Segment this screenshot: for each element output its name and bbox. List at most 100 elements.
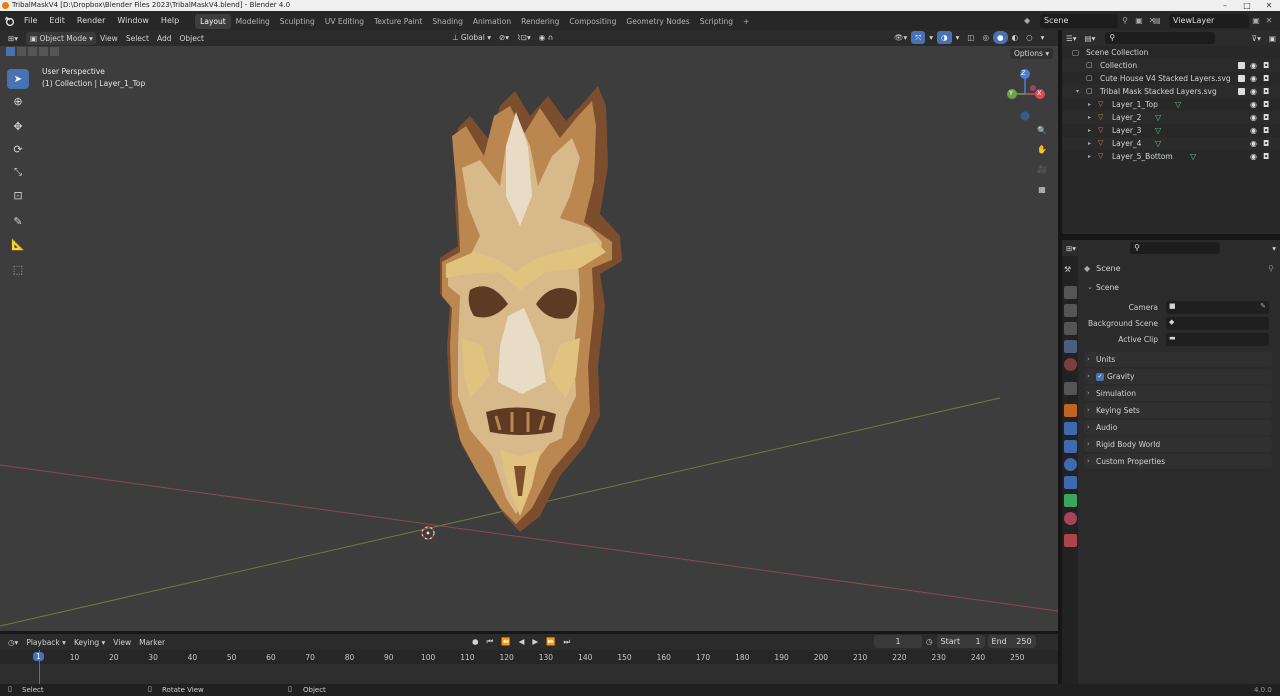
exclude-checkbox[interactable] — [1238, 88, 1245, 95]
tab-sculpting[interactable]: Sculpting — [275, 14, 320, 29]
camera-render-icon[interactable]: ◘ — [1263, 124, 1269, 137]
jump-start-icon[interactable]: ⏮ — [483, 635, 498, 648]
proportional-edit-icon[interactable]: ◉ ∩ — [535, 31, 557, 44]
eye-icon[interactable]: ◉ — [1250, 137, 1257, 150]
play-icon[interactable]: ▶ — [528, 635, 542, 648]
material-shading-icon[interactable]: ◐ — [1008, 31, 1023, 44]
timeline-editor-type-icon[interactable]: ◷▾ — [4, 636, 22, 649]
texture-tab-icon[interactable] — [1064, 534, 1077, 547]
camera-render-icon[interactable]: ◘ — [1263, 137, 1269, 150]
annotate-tool[interactable]: ✎ — [7, 211, 29, 231]
properties-section[interactable]: › Custom Properties — [1084, 454, 1272, 469]
timeline-view-menu[interactable]: View — [109, 636, 135, 649]
camera-render-icon[interactable]: ◘ — [1263, 111, 1269, 124]
add-cube-tool[interactable]: ⬚ — [7, 259, 29, 279]
options-button[interactable]: Options ▾ — [1010, 48, 1054, 59]
current-frame-field[interactable]: 1 — [874, 635, 922, 648]
pan-hand-icon[interactable]: ✋ — [1033, 140, 1051, 158]
outliner-editor-type-icon[interactable]: ☰▾ — [1062, 32, 1081, 45]
tab-compositing[interactable]: Compositing — [564, 14, 621, 29]
ortho-grid-icon[interactable]: ▦ — [1033, 180, 1051, 198]
outliner-item[interactable]: ▸ ▽ Layer_3 ▽ ◉ ◘ — [1062, 124, 1280, 137]
outliner-item[interactable]: ▾ ▢ Tribal Mask Stacked Layers.svg ◉ ◘ — [1062, 85, 1280, 98]
maximize-icon[interactable]: □ — [1236, 0, 1258, 11]
camera-field[interactable]: ■ ✎ — [1166, 301, 1269, 314]
select-subtract-icon[interactable] — [28, 47, 37, 56]
object-tab-icon[interactable] — [1064, 404, 1077, 417]
tab-layout[interactable]: Layout — [195, 14, 231, 29]
output-tab-icon[interactable] — [1064, 304, 1077, 317]
material-tab-icon[interactable] — [1064, 512, 1077, 525]
outliner-item[interactable]: ▸ ▽ Layer_4 ▽ ◉ ◘ — [1062, 137, 1280, 150]
add-workspace-button[interactable]: + — [738, 14, 754, 29]
expand-right-icon[interactable]: ▸ — [1088, 111, 1091, 124]
scene-name-field[interactable]: Scene — [1040, 13, 1118, 28]
eye-icon[interactable]: ◉ — [1250, 111, 1257, 124]
new-view-layer-icon[interactable]: ▣ — [1249, 16, 1263, 25]
playback-menu[interactable]: Playback ▾ — [22, 636, 70, 649]
expand-right-icon[interactable]: ▸ — [1088, 98, 1091, 111]
new-collection-icon[interactable]: ▣ — [1265, 32, 1280, 45]
tab-geometry-nodes[interactable]: Geometry Nodes — [621, 14, 694, 29]
visibility-icon[interactable]: 👁▾ — [890, 31, 911, 44]
gizmo-dropdown-icon[interactable]: ▾ — [925, 31, 937, 44]
select-intersect-icon[interactable] — [50, 47, 59, 56]
expand-right-icon[interactable]: ▸ — [1088, 150, 1091, 163]
close-icon[interactable]: ✕ — [1258, 0, 1280, 11]
tab-texture-paint[interactable]: Texture Paint — [369, 14, 427, 29]
navigation-gizmo[interactable] — [1000, 66, 1052, 124]
xray-icon[interactable]: ◫ — [963, 31, 978, 44]
menu-select[interactable]: Select — [122, 32, 153, 45]
solid-shading-icon[interactable]: ● — [993, 31, 1008, 44]
record-icon[interactable]: ● — [468, 635, 483, 648]
eye-icon[interactable]: ◉ — [1250, 85, 1257, 98]
minimize-icon[interactable]: – — [1214, 0, 1236, 11]
start-frame-field[interactable]: Start 1 — [936, 635, 985, 648]
clock-icon[interactable]: ◷ — [922, 635, 937, 648]
pivot-icon[interactable]: ⊘▾ — [495, 31, 513, 44]
exclude-checkbox[interactable] — [1238, 62, 1245, 69]
keying-menu[interactable]: Keying ▾ — [70, 636, 109, 649]
editor-type-button[interactable]: ⊞▾ — [4, 32, 26, 45]
wireframe-shading-icon[interactable]: ◎ — [978, 31, 993, 44]
pin-icon[interactable]: ⚲ — [1118, 16, 1132, 25]
select-extend-icon[interactable] — [17, 47, 26, 56]
menu-help[interactable]: Help — [155, 11, 185, 30]
scene-tab-icon[interactable] — [1064, 340, 1077, 353]
tab-rendering[interactable]: Rendering — [516, 14, 564, 29]
menu-object[interactable]: Object — [175, 32, 207, 45]
curve-data-icon[interactable]: ▽ — [1175, 98, 1181, 111]
outliner-item[interactable]: ▸ ▽ Layer_2 ▽ ◉ ◘ — [1062, 111, 1280, 124]
outliner-item[interactable]: ▸ ▽ Layer_5_Bottom ▽ ◉ ◘ — [1062, 150, 1280, 163]
new-scene-icon[interactable]: ▣ — [1132, 16, 1146, 25]
outliner-item[interactable]: ▸ ▽ Layer_1_Top ▽ ◉ ◘ — [1062, 98, 1280, 111]
exclude-checkbox[interactable] — [1238, 75, 1245, 82]
outliner-search-input[interactable]: ⚲ — [1105, 32, 1216, 44]
collection-tab-icon[interactable] — [1064, 382, 1077, 395]
camera-render-icon[interactable]: ◘ — [1263, 59, 1269, 72]
modifier-tab-icon[interactable] — [1064, 422, 1077, 435]
scene-selector[interactable]: ◆ Scene ⚲ ▣ ✕ — [1024, 13, 1158, 28]
select-box-tool[interactable]: ➤ — [7, 69, 29, 89]
scene-panel-header[interactable]: ⌄ Scene — [1084, 280, 1272, 295]
menu-window[interactable]: Window — [111, 11, 155, 30]
prev-keyframe-icon[interactable]: ⏪ — [497, 635, 514, 648]
pin-context-icon[interactable]: ⚲ — [1268, 264, 1274, 273]
zoom-icon[interactable]: 🔍 — [1033, 121, 1051, 139]
gravity-checkbox[interactable]: ✓ — [1096, 373, 1104, 381]
eyedropper-icon[interactable]: ✎ — [1260, 302, 1266, 310]
overlay-toggle-icon[interactable]: ◑ — [937, 31, 952, 44]
gizmo-toggle-icon[interactable]: ⤧ — [911, 31, 926, 44]
background-scene-field[interactable]: ◆ — [1166, 317, 1269, 330]
tab-uv-editing[interactable]: UV Editing — [320, 14, 369, 29]
camera-render-icon[interactable]: ◘ — [1263, 85, 1269, 98]
scale-tool[interactable]: ⤡ — [7, 162, 29, 182]
snap-icon[interactable]: ⌇⊡▾ — [513, 31, 535, 44]
properties-section[interactable]: › ✓ Gravity — [1084, 369, 1272, 384]
properties-section[interactable]: › Rigid Body World — [1084, 437, 1272, 452]
camera-render-icon[interactable]: ◘ — [1263, 150, 1269, 163]
menu-add[interactable]: Add — [153, 32, 176, 45]
properties-section[interactable]: › Audio — [1084, 420, 1272, 435]
marker-menu[interactable]: Marker — [135, 636, 169, 649]
properties-editor-type-icon[interactable]: ⊞▾ — [1062, 242, 1080, 255]
